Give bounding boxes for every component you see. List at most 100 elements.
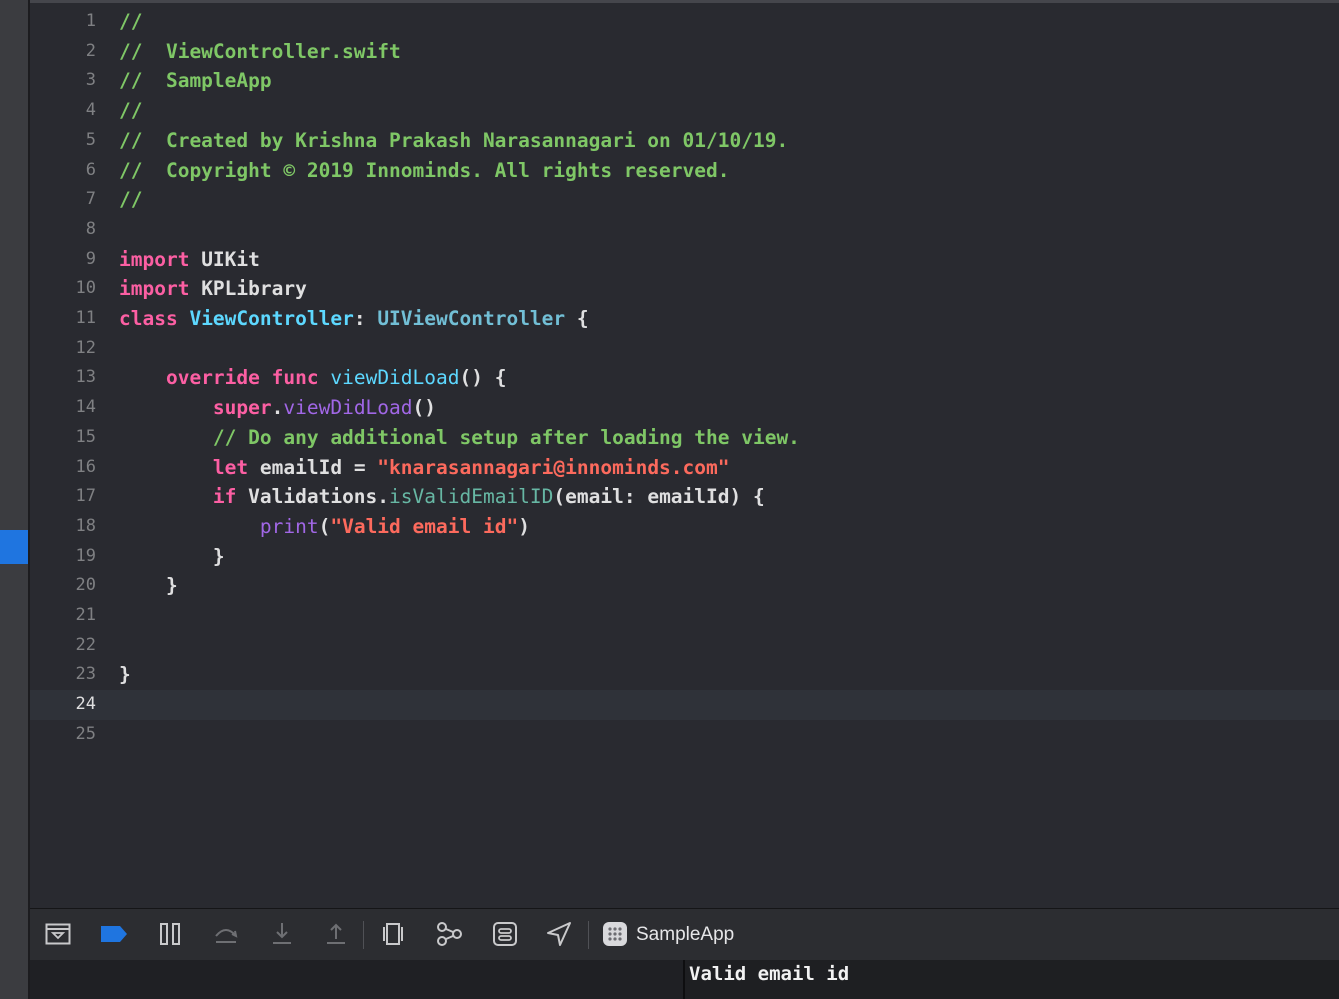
step-out-button[interactable] bbox=[322, 920, 350, 948]
code-token: ( bbox=[318, 514, 331, 538]
code-line[interactable]: 17 if Validations.isValidEmailID(email: … bbox=[30, 482, 1339, 512]
step-over-button[interactable] bbox=[212, 920, 240, 948]
code-token: viewDidLoad bbox=[283, 396, 413, 420]
source-editor[interactable]: 1 // 2 // ViewController.swift 3 // SampleApp… bbox=[30, 7, 1339, 907]
line-number[interactable]: 4 bbox=[30, 96, 96, 126]
line-number[interactable]: 2 bbox=[30, 37, 96, 67]
code-line[interactable]: 2 // ViewController.swift bbox=[30, 37, 1339, 67]
step-into-icon bbox=[273, 923, 291, 944]
code-line[interactable]: 12 bbox=[30, 334, 1339, 364]
line-number[interactable]: 13 bbox=[30, 363, 96, 393]
code-line[interactable]: 9 import UIKit bbox=[30, 245, 1339, 275]
code-token: // ViewController.swift bbox=[119, 39, 401, 63]
line-number[interactable]: 22 bbox=[30, 631, 96, 661]
line-number[interactable]: 12 bbox=[30, 334, 96, 364]
code-token: (email: emailId) { bbox=[553, 485, 765, 509]
line-number[interactable]: 21 bbox=[30, 601, 96, 631]
line-number[interactable]: 24 bbox=[30, 690, 96, 720]
line-number[interactable]: 10 bbox=[30, 274, 96, 304]
code-token: Validations. bbox=[236, 485, 390, 509]
code-token: . bbox=[271, 396, 284, 420]
line-number[interactable]: 8 bbox=[30, 215, 96, 245]
code-line[interactable]: 20 } bbox=[30, 571, 1339, 601]
line-number[interactable]: 3 bbox=[30, 66, 96, 96]
code-token: print bbox=[259, 514, 319, 538]
memory-graph-button[interactable] bbox=[435, 920, 463, 948]
memory-graph-icon bbox=[437, 922, 462, 946]
simulate-location-button[interactable] bbox=[545, 920, 573, 948]
view-hierarchy-button[interactable] bbox=[379, 920, 407, 948]
code-token: super bbox=[212, 396, 272, 420]
code-line[interactable]: 24 bbox=[30, 690, 1339, 720]
code-token: ) bbox=[518, 514, 530, 538]
line-number[interactable]: 16 bbox=[30, 453, 96, 483]
step-into-button[interactable] bbox=[268, 920, 296, 948]
environment-overrides-icon bbox=[493, 922, 517, 946]
code-line[interactable]: 21 bbox=[30, 601, 1339, 631]
code-token: // Copyright © 2019 Innominds. All right… bbox=[119, 158, 730, 182]
environment-overrides-button[interactable] bbox=[491, 920, 519, 948]
code-line[interactable]: 22 bbox=[30, 631, 1339, 661]
line-number[interactable]: 1 bbox=[30, 7, 96, 37]
hide-debug-area-button[interactable] bbox=[44, 920, 72, 948]
code-text: // Do any additional setup after loading… bbox=[119, 423, 800, 453]
code-text: import UIKit bbox=[119, 245, 260, 275]
code-text: // bbox=[119, 96, 142, 126]
variables-view[interactable] bbox=[30, 960, 683, 999]
pause-button[interactable] bbox=[156, 920, 184, 948]
code-token: } bbox=[119, 663, 131, 687]
scheme-label[interactable]: SampleApp bbox=[636, 923, 734, 947]
console-output-area[interactable]: Valid email id bbox=[685, 960, 1339, 999]
code-line[interactable]: 19 } bbox=[30, 542, 1339, 572]
code-line[interactable]: 23} bbox=[30, 660, 1339, 690]
line-number[interactable]: 15 bbox=[30, 423, 96, 453]
location-arrow-icon bbox=[547, 922, 571, 946]
code-line[interactable]: 15 // Do any additional setup after load… bbox=[30, 423, 1339, 453]
line-number[interactable]: 9 bbox=[30, 245, 96, 275]
code-line[interactable]: 18 print("Valid email id") bbox=[30, 512, 1339, 542]
code-line[interactable]: 10 import KPLibrary bbox=[30, 274, 1339, 304]
breakpoint-icon bbox=[101, 926, 127, 942]
code-line[interactable]: 3 // SampleApp bbox=[30, 66, 1339, 96]
code-text: // bbox=[119, 7, 142, 37]
debug-area-toggle-icon bbox=[45, 923, 71, 945]
code-token: UIViewController bbox=[377, 307, 566, 330]
code-line[interactable]: 7 // bbox=[30, 185, 1339, 215]
line-number[interactable]: 19 bbox=[30, 542, 96, 572]
line-number[interactable]: 23 bbox=[30, 660, 96, 690]
code-token: () bbox=[412, 396, 436, 420]
line-number[interactable]: 17 bbox=[30, 482, 96, 512]
line-number[interactable]: 7 bbox=[30, 185, 96, 215]
code-line[interactable]: 13 override func viewDidLoad() { bbox=[30, 363, 1339, 393]
line-number[interactable]: 18 bbox=[30, 512, 96, 542]
navigator-edge bbox=[0, 0, 30, 999]
line-number[interactable]: 11 bbox=[30, 304, 96, 334]
line-number[interactable]: 25 bbox=[30, 720, 96, 750]
code-token: // Do any additional setup after loading… bbox=[119, 425, 800, 449]
code-token: emailId = bbox=[248, 455, 378, 479]
breakpoints-toggle-button[interactable] bbox=[100, 920, 128, 948]
toolbar-separator bbox=[363, 921, 364, 949]
code-line[interactable]: 25 bbox=[30, 720, 1339, 750]
code-line[interactable]: 14 super.viewDidLoad() bbox=[30, 393, 1339, 423]
code-token: // bbox=[119, 188, 143, 212]
line-number[interactable]: 5 bbox=[30, 126, 96, 156]
line-number[interactable]: 20 bbox=[30, 571, 96, 601]
view-hierarchy-icon bbox=[383, 923, 403, 945]
code-line[interactable]: 11 class ViewController: UIViewController… bbox=[30, 304, 1339, 334]
code-token: if bbox=[212, 485, 237, 509]
code-line[interactable]: 6 // Copyright © 2019 Innominds. All righ… bbox=[30, 156, 1339, 186]
code-text: // Created by Krishna Prakash Narasannag… bbox=[119, 126, 788, 156]
code-line[interactable]: 16 let emailId = "knarasannagari@innomin… bbox=[30, 453, 1339, 483]
code-text: class ViewController: UIViewController { bbox=[119, 304, 589, 334]
code-line[interactable]: 4 // bbox=[30, 96, 1339, 126]
line-number[interactable]: 6 bbox=[30, 156, 96, 186]
line-number[interactable]: 14 bbox=[30, 393, 96, 423]
code-line[interactable]: 1 // bbox=[30, 7, 1339, 37]
code-token: isValidEmailID bbox=[389, 485, 554, 509]
code-line[interactable]: 5 // Created by Krishna Prakash Narasanna… bbox=[30, 126, 1339, 156]
code-line[interactable]: 8 bbox=[30, 215, 1339, 245]
